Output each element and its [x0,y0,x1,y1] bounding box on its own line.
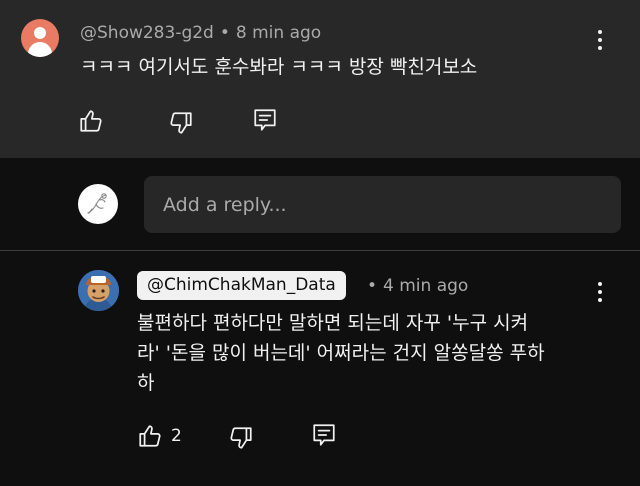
reply-text: 불편하다 편하다만 말하면 되는데 자꾸 '누구 시켜 라' '돈을 많이 버는… [137,308,545,398]
comment-text: ㅋㅋㅋ 여기서도 훈수봐라 ㅋㅋㅋ 방장 빡친거보소 [80,56,478,78]
reply-author-chip[interactable]: @ChimChakMan_Data [137,271,346,300]
top-comment: @Show283-g2d • 8 min ago ㅋㅋㅋ 여기서도 훈수봐라 ㅋㅋㅋ… [0,0,640,158]
dislike-icon [170,112,192,134]
comment-time[interactable]: 8 min ago [236,23,321,43]
reply-button[interactable] [252,107,278,133]
reply-composer [0,158,640,251]
like-count: 2 [171,426,182,446]
more-vert-icon[interactable] [590,28,610,52]
reply-text-line: 하 [137,372,155,394]
cartoon-avatar-icon [78,270,119,311]
comment-author[interactable]: @Show283-g2d [80,23,214,43]
like-button[interactable] [78,108,104,134]
reply-author-avatar[interactable] [78,270,119,311]
reply-icon [254,109,276,131]
reply-text-line: 라' '돈을 많이 버는데' 어쩌라는 건지 알쏭달쏭 푸하 [137,342,545,364]
reply-meta: • 4 min ago [367,276,468,296]
more-vert-icon[interactable] [590,280,610,304]
like-icon [139,425,161,447]
user-avatar[interactable] [78,184,118,224]
sketch-avatar-icon [87,193,107,214]
reply-icon [313,424,335,446]
like-button[interactable]: 2 [137,423,182,449]
reply-time[interactable]: 4 min ago [383,276,468,296]
meta-separator: • [367,276,378,296]
reply-input[interactable] [144,176,621,233]
reply-text-line: 불편하다 편하다만 말하면 되는데 자꾸 '누구 시켜 [137,312,529,334]
reply-button[interactable] [311,422,337,448]
default-avatar-icon[interactable] [21,19,59,57]
like-icon [80,110,102,132]
dislike-button[interactable] [228,425,254,451]
comment-meta: @Show283-g2d • 8 min ago [80,23,321,43]
dislike-icon [230,427,252,449]
dislike-button[interactable] [168,110,194,136]
meta-separator: • [219,23,230,43]
